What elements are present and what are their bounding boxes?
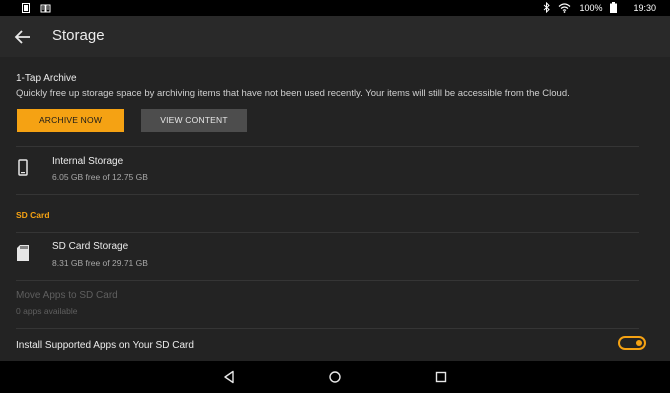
divider	[16, 194, 639, 195]
sd-card-storage-row[interactable]: SD Card Storage 8.31 GB free of 29.71 GB	[0, 233, 670, 279]
sd-card-icon	[17, 245, 29, 261]
archive-now-button[interactable]: ARCHIVE NOW	[17, 109, 124, 132]
battery-percentage: 100%	[579, 2, 603, 13]
wifi-icon	[559, 2, 571, 13]
book-icon	[40, 4, 51, 12]
storage-screen: Storage 1-Tap Archive Quickly free up st…	[0, 16, 670, 361]
recents-nav-icon[interactable]	[434, 370, 448, 384]
install-apps-title: Install Supported Apps on Your SD Card	[16, 340, 194, 351]
page-title: Storage	[52, 27, 105, 44]
move-apps-detail: 0 apps available	[16, 306, 78, 316]
toggle-knob	[636, 340, 642, 346]
internal-storage-detail: 6.05 GB free of 12.75 GB	[52, 172, 148, 182]
move-apps-row: Move Apps to SD Card 0 apps available	[0, 281, 670, 328]
archive-title: 1-Tap Archive	[16, 73, 77, 84]
app-bar: Storage	[0, 16, 670, 57]
install-apps-toggle[interactable]	[618, 336, 646, 350]
status-bar: 100% 19:30	[0, 0, 670, 16]
sd-card-section-header: SD Card	[16, 210, 50, 220]
view-content-button[interactable]: VIEW CONTENT	[141, 109, 247, 132]
phone-icon	[18, 159, 28, 176]
home-nav-icon[interactable]	[328, 370, 342, 384]
back-arrow-icon[interactable]	[12, 26, 34, 48]
clock: 19:30	[633, 2, 656, 13]
archive-description: Quickly free up storage space by archivi…	[16, 88, 570, 99]
divider	[16, 328, 639, 329]
internal-storage-row[interactable]: Internal Storage 6.05 GB free of 12.75 G…	[0, 147, 670, 194]
notification-icon	[22, 3, 30, 13]
internal-storage-title: Internal Storage	[52, 156, 124, 167]
navigation-bar	[0, 361, 670, 393]
move-apps-title: Move Apps to SD Card	[16, 290, 118, 301]
battery-icon	[610, 2, 618, 13]
sd-card-storage-detail: 8.31 GB free of 29.71 GB	[52, 258, 148, 268]
back-nav-icon[interactable]	[222, 370, 236, 384]
bluetooth-icon	[544, 2, 551, 13]
sd-card-storage-title: SD Card Storage	[52, 241, 129, 252]
